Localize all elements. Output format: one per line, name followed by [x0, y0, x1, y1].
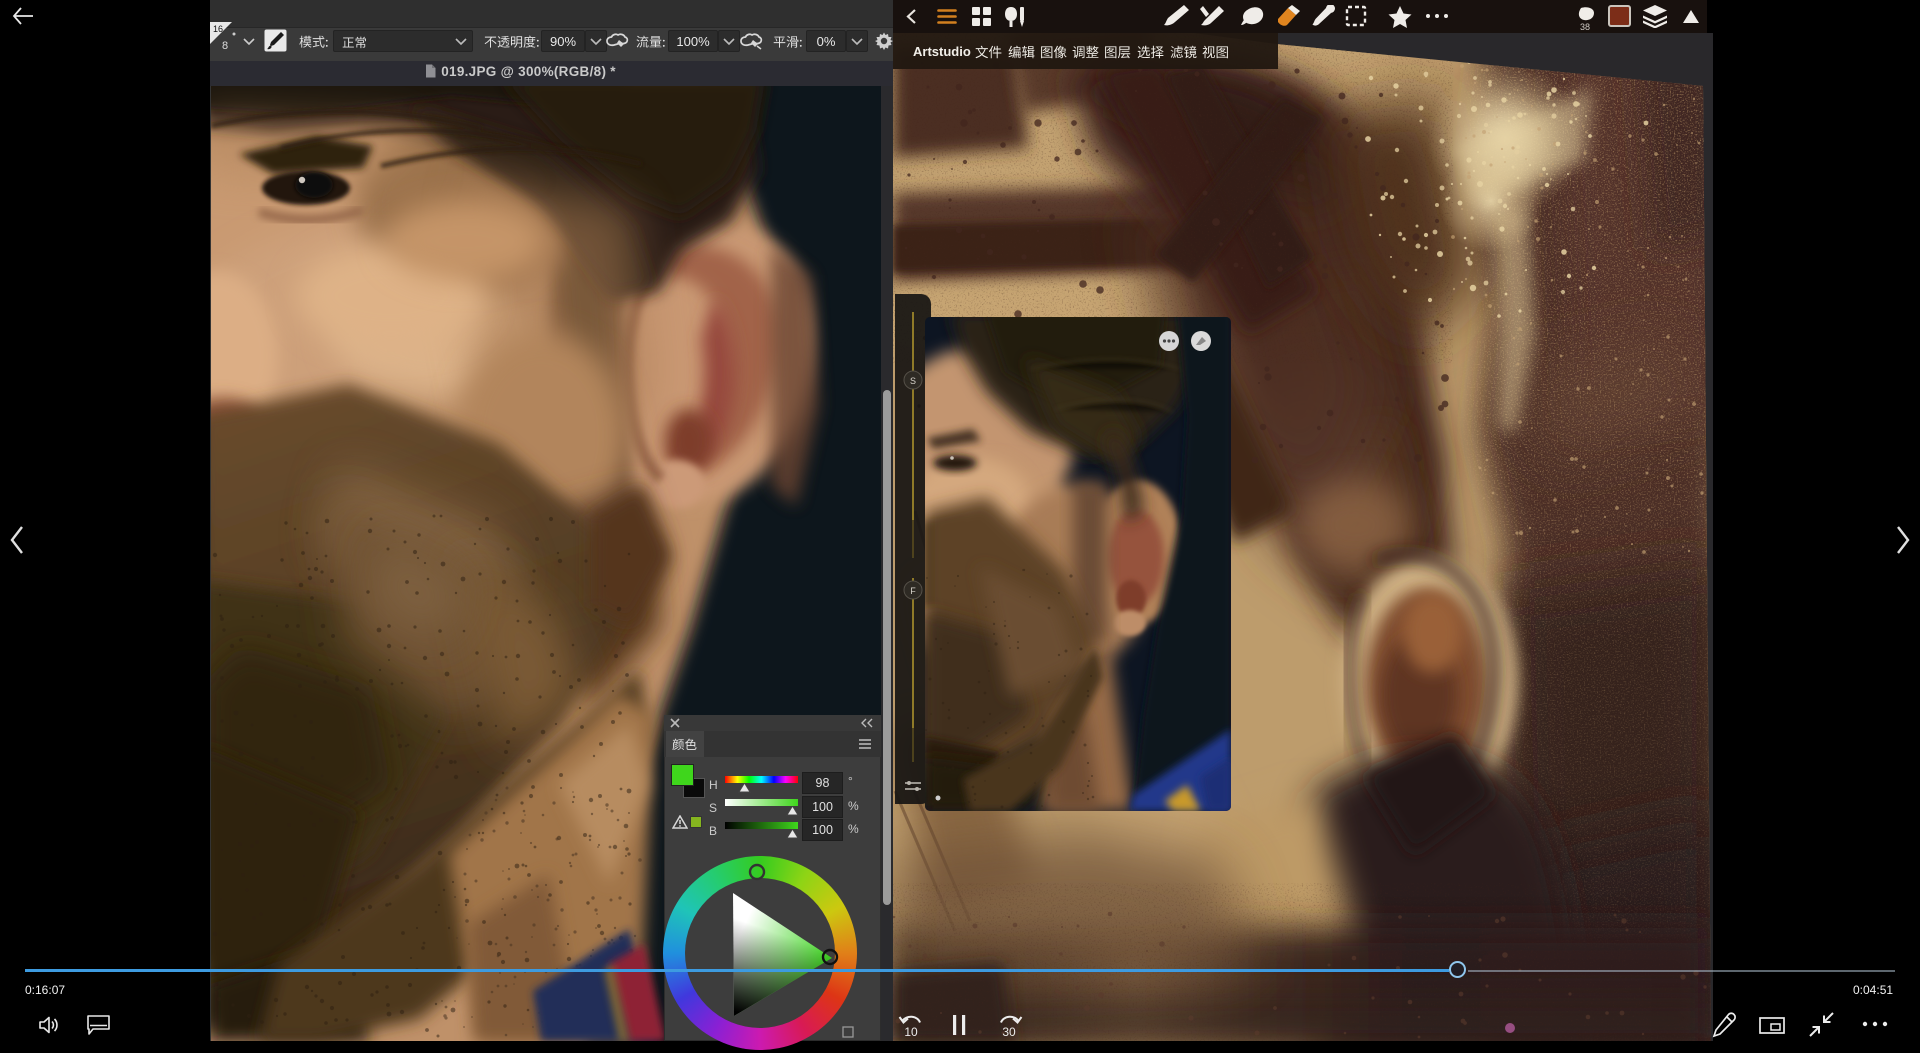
svg-text:S: S [910, 376, 916, 386]
svg-text:16: 16 [213, 24, 223, 34]
svg-text:10: 10 [904, 1025, 918, 1038]
svg-text:30: 30 [1002, 1025, 1016, 1038]
svg-text:F: F [910, 586, 916, 596]
